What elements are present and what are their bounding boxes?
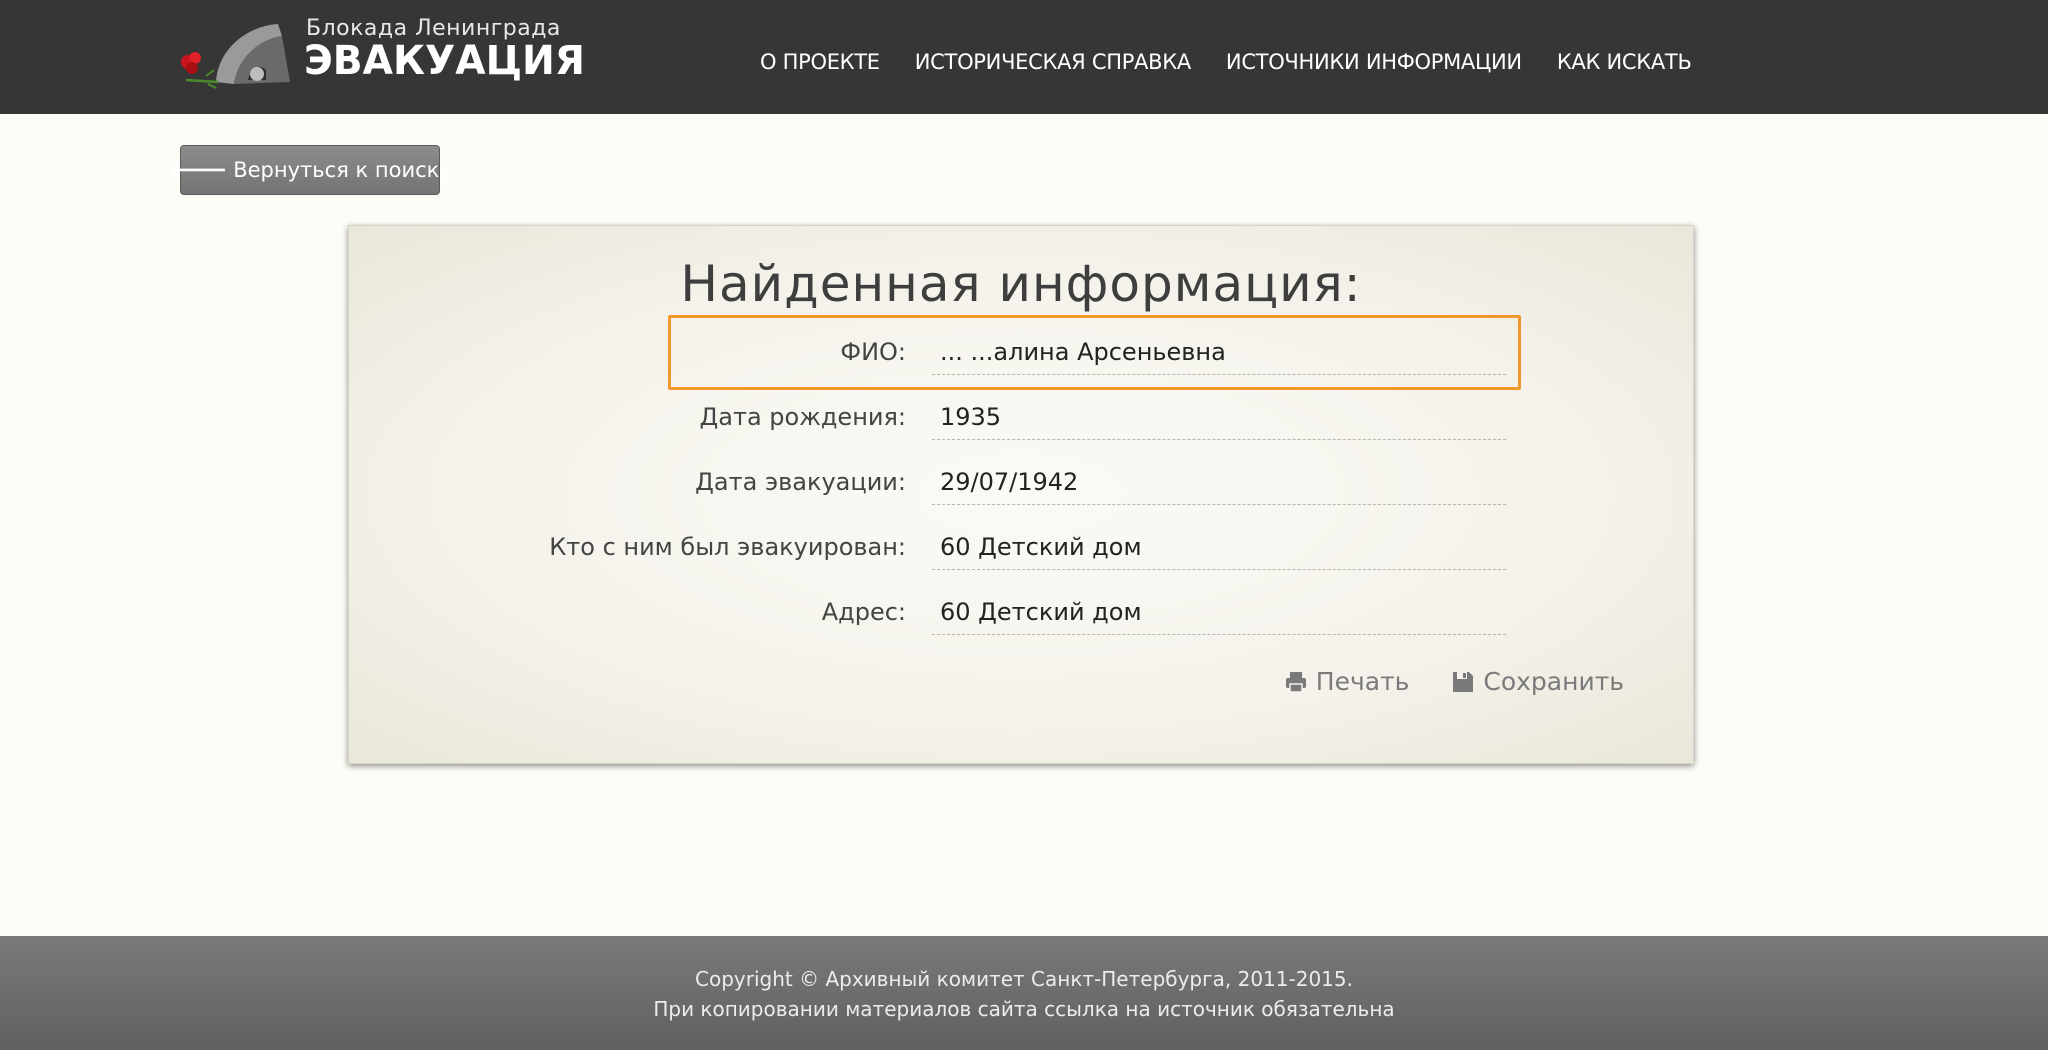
print-label: Печать: [1315, 667, 1410, 696]
field-label: Дата эвакуации:: [695, 468, 906, 496]
floppy-disk-icon: [1453, 671, 1474, 692]
back-to-search-button[interactable]: 🡐 Вернуться к поиску: [168, 145, 452, 195]
arrow-left-icon: 🡐: [168, 158, 228, 183]
print-button[interactable]: Печать: [1284, 667, 1410, 696]
logo-title: ЭВАКУАЦИЯ: [304, 38, 585, 84]
field-row-birth-date: Дата рождения: 1935: [348, 395, 1694, 440]
nav-item-how-to-search[interactable]: КАК ИСКАТЬ: [1557, 50, 1692, 74]
card-actions: Печать Сохранить: [1284, 667, 1624, 696]
field-row-evacuated-with: Кто с ним был эвакуирован: 60 Детский до…: [348, 525, 1694, 570]
field-label: Дата рождения:: [699, 403, 906, 431]
back-button-label: Вернуться к поиску: [233, 158, 452, 182]
printer-icon: [1285, 671, 1306, 693]
field-value: 60 Детский дом: [932, 533, 1506, 570]
nav-item-about[interactable]: О ПРОЕКТЕ: [760, 50, 880, 74]
field-value: 1935: [932, 403, 1506, 440]
copy-notice-text: При копировании материалов сайта ссылка …: [653, 997, 1395, 1021]
site-logo[interactable]: Блокада Ленинграда ЭВАКУАЦИЯ: [178, 14, 585, 94]
field-value: ... ...алина Арсеньевна: [932, 338, 1506, 375]
site-footer: Copyright © Архивный комитет Санкт-Петер…: [0, 936, 2048, 1050]
field-label: ФИО:: [840, 338, 906, 366]
nav-item-sources[interactable]: ИСТОЧНИКИ ИНФОРМАЦИИ: [1226, 50, 1522, 74]
field-row-evacuation-date: Дата эвакуации: 29/07/1942: [348, 460, 1694, 505]
copyright-text: Copyright © Архивный комитет Санкт-Петер…: [695, 967, 1353, 991]
nav-item-history[interactable]: ИСТОРИЧЕСКАЯ СПРАВКА: [915, 50, 1191, 74]
field-row-address: Адрес: 60 Детский дом: [348, 590, 1694, 635]
field-row-name: ФИО: ... ...алина Арсеньевна: [348, 330, 1694, 375]
field-label: Адрес:: [821, 598, 906, 626]
site-header: Блокада Ленинграда ЭВАКУАЦИЯ О ПРОЕКТЕ И…: [0, 0, 2048, 114]
field-label: Кто с ним был эвакуирован:: [549, 533, 906, 561]
main-nav: О ПРОЕКТЕ ИСТОРИЧЕСКАЯ СПРАВКА ИСТОЧНИКИ…: [760, 50, 1692, 74]
memorial-logo-icon: [181, 24, 290, 89]
field-value: 29/07/1942: [932, 468, 1506, 505]
card-title: Найденная информация:: [680, 255, 1362, 313]
save-label: Сохранить: [1483, 667, 1624, 696]
info-card: Найденная информация: ФИО: ... ...алина …: [348, 225, 1694, 764]
save-button[interactable]: Сохранить: [1451, 667, 1624, 696]
field-value: 60 Детский дом: [932, 598, 1506, 635]
